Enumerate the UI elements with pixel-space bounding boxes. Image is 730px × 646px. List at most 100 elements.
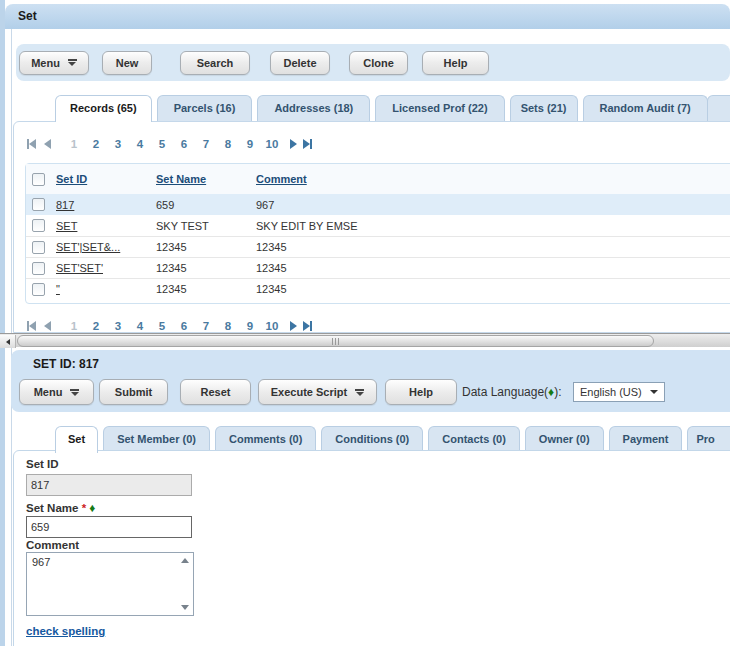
data-language-label: Data Language(♦):	[462, 379, 562, 405]
detail-help-button[interactable]: Help	[385, 379, 457, 405]
page-3[interactable]: 3	[107, 320, 129, 332]
page-1[interactable]: 1	[63, 320, 85, 332]
page-4[interactable]: 4	[129, 320, 151, 332]
set-id-label: Set ID	[26, 458, 59, 470]
set-name-label: Set Name * ♦	[26, 501, 95, 515]
row-checkbox[interactable]	[32, 198, 45, 211]
tab-set[interactable]: Set	[55, 426, 98, 453]
page-9[interactable]: 9	[239, 320, 261, 332]
page-4[interactable]: 4	[129, 138, 151, 150]
page-2[interactable]: 2	[85, 138, 107, 150]
menu-caret-icon	[68, 59, 77, 66]
page-8[interactable]: 8	[217, 320, 239, 332]
detail-toolbar: Menu Submit Reset Execute Script Help	[19, 379, 457, 405]
pagination-top: 1 2 3 4 5 6 7 8 9 10	[27, 134, 312, 154]
page-7[interactable]: 7	[195, 320, 217, 332]
page-6[interactable]: 6	[173, 320, 195, 332]
prev-page-icon[interactable]	[44, 321, 51, 331]
page-1[interactable]: 1	[63, 138, 85, 150]
first-page-icon[interactable]	[27, 139, 36, 149]
first-page-icon[interactable]	[27, 321, 36, 331]
data-language-select[interactable]: English (US)	[573, 382, 665, 402]
table-row: " 12345 12345	[26, 278, 730, 299]
page-10[interactable]: 10	[261, 138, 283, 150]
page-3[interactable]: 3	[107, 138, 129, 150]
delete-button[interactable]: Delete	[270, 51, 330, 75]
clone-button[interactable]: Clone	[349, 51, 408, 75]
main-toolbar: Menu New Search Delete Clone Help	[16, 44, 730, 81]
diamond-icon: ♦	[89, 501, 95, 515]
tab-licensed-prof[interactable]: Licensed Prof (22)	[375, 95, 504, 121]
col-comment[interactable]: Comment	[256, 173, 307, 185]
row-checkbox[interactable]	[32, 262, 45, 275]
tab-owner[interactable]: Owner (0)	[525, 426, 604, 452]
set-id-link[interactable]: SET'SET'	[56, 262, 103, 274]
required-icon: *	[82, 502, 86, 514]
page-8[interactable]: 8	[217, 138, 239, 150]
row-checkbox[interactable]	[32, 219, 45, 232]
tab-payment[interactable]: Payment	[609, 426, 683, 452]
tab-addresses[interactable]: Addresses (18)	[257, 95, 370, 121]
page-9[interactable]: 9	[239, 138, 261, 150]
set-id-link[interactable]: "	[56, 283, 60, 295]
comment-label: Comment	[26, 539, 79, 551]
tab-contacts[interactable]: Contacts (0)	[428, 426, 520, 452]
search-button[interactable]: Search	[180, 51, 250, 75]
records-list-panel: 1 2 3 4 5 6 7 8 9 10 Set ID Set Name Com…	[13, 121, 730, 333]
help-button[interactable]: Help	[422, 51, 489, 75]
records-table: Set ID Set Name Comment 817 659 967 SET …	[25, 163, 730, 304]
table-row: SET'|SET&... 12345 12345	[26, 236, 730, 257]
next-page-icon[interactable]	[290, 139, 297, 149]
page-7[interactable]: 7	[195, 138, 217, 150]
set-id-field[interactable]	[26, 474, 192, 496]
new-button[interactable]: New	[102, 51, 152, 75]
last-page-icon[interactable]	[303, 139, 312, 149]
tab-records[interactable]: Records (65)	[55, 95, 152, 122]
check-spelling-link[interactable]: check spelling	[26, 625, 105, 637]
prev-page-icon[interactable]	[44, 139, 51, 149]
detail-tabs: Set Set Member (0) Comments (0) Conditio…	[55, 426, 730, 452]
last-page-icon[interactable]	[303, 321, 312, 331]
tab-partial[interactable]	[707, 95, 730, 121]
set-name-field[interactable]	[26, 516, 192, 538]
tab-sets[interactable]: Sets (21)	[510, 95, 578, 121]
detail-menu-button[interactable]: Menu	[19, 379, 94, 405]
row-checkbox[interactable]	[32, 241, 45, 254]
comment-textarea[interactable]: 967	[26, 552, 194, 616]
page-2[interactable]: 2	[85, 320, 107, 332]
page-5[interactable]: 5	[151, 320, 173, 332]
tab-set-member[interactable]: Set Member (0)	[103, 426, 210, 452]
reset-button[interactable]: Reset	[180, 379, 251, 405]
tab-pro[interactable]: Pro	[687, 426, 730, 452]
set-id-link[interactable]: SET'|SET&...	[56, 241, 120, 253]
select-all-checkbox[interactable]	[32, 173, 45, 186]
tab-comments[interactable]: Comments (0)	[215, 426, 316, 452]
set-id-link[interactable]: 817	[56, 199, 74, 211]
chevron-down-icon	[650, 390, 658, 394]
submit-button[interactable]: Submit	[99, 379, 168, 405]
tab-conditions[interactable]: Conditions (0)	[321, 426, 423, 452]
execute-script-button[interactable]: Execute Script	[258, 379, 377, 405]
table-row: 817 659 967	[26, 194, 730, 215]
page-edge-strip	[0, 0, 5, 646]
col-set-id[interactable]: Set ID	[56, 173, 87, 185]
tab-parcels[interactable]: Parcels (16)	[157, 95, 253, 121]
table-row: SET SKY TEST SKY EDIT BY EMSE	[26, 215, 730, 236]
tab-random-audit[interactable]: Random Audit (7)	[583, 95, 708, 121]
row-checkbox[interactable]	[32, 283, 45, 296]
next-page-icon[interactable]	[290, 321, 297, 331]
scroll-left-button[interactable]	[0, 335, 16, 348]
col-set-name[interactable]: Set Name	[156, 173, 206, 185]
menu-caret-icon	[70, 389, 79, 396]
detail-title: SET ID: 817	[33, 357, 99, 371]
pagination-bottom: 1 2 3 4 5 6 7 8 9 10	[27, 316, 312, 336]
scroll-down-icon[interactable]	[181, 605, 189, 610]
scrollbar-thumb[interactable]	[17, 335, 654, 347]
page-title: Set	[18, 4, 37, 29]
set-id-link[interactable]: SET	[56, 220, 77, 232]
menu-button[interactable]: Menu	[19, 51, 89, 75]
page-6[interactable]: 6	[173, 138, 195, 150]
scroll-up-icon[interactable]	[181, 558, 189, 563]
page-5[interactable]: 5	[151, 138, 173, 150]
page-10[interactable]: 10	[261, 320, 283, 332]
